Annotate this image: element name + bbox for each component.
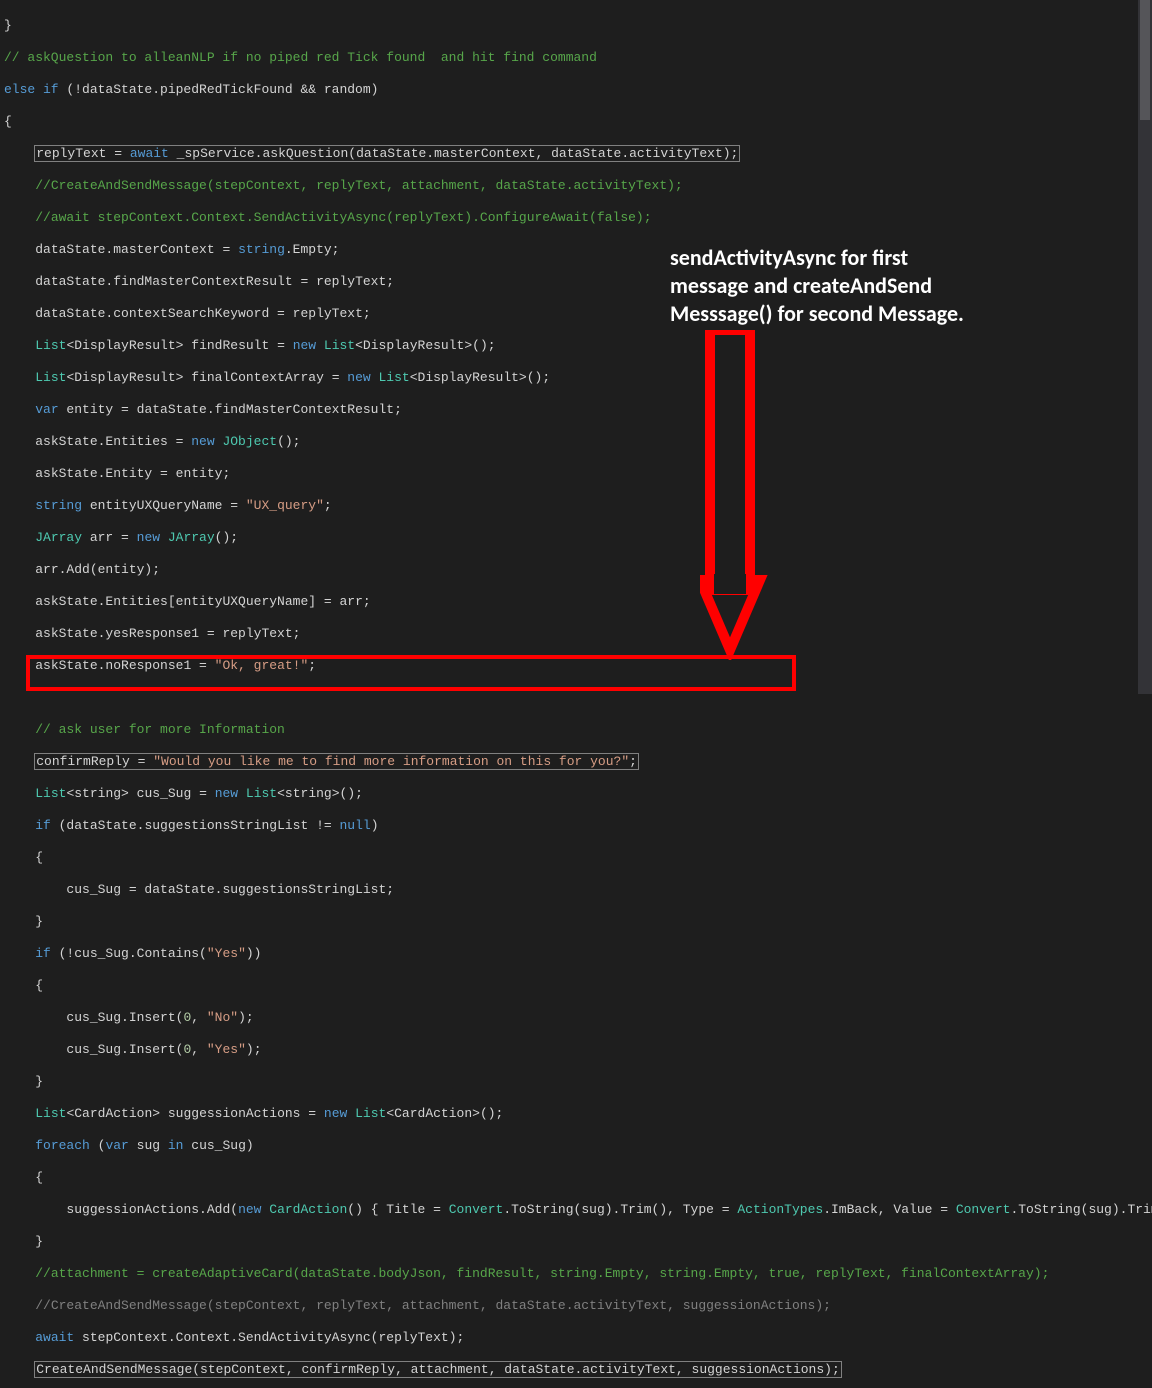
code-editor[interactable]: } // askQuestion to alleanNLP if no pipe… [0,0,1152,1388]
scroll-thumb[interactable] [1140,0,1150,120]
text: arr.Add(entity); [35,562,160,577]
comment: // ask user for more Information [35,722,285,737]
comment-muted: //CreateAndSendMessage(stepContext, repl… [35,1298,831,1313]
text: askState.Entities[entityUXQueryName] = a… [35,594,370,609]
vertical-scrollbar[interactable] [1138,0,1152,694]
text: askState.yesResponse1 = replyText; [35,626,300,641]
highlighted-line: replyText = await _spService.askQuestion… [35,146,739,161]
comment: // askQuestion to alleanNLP if no piped … [4,50,597,65]
comment: //await stepContext.Context.SendActivity… [35,210,651,225]
text: askState.Entity = entity; [35,466,230,481]
comment: //attachment = createAdaptiveCard(dataSt… [35,1266,1049,1281]
text: dataState.contextSearchKeyword = replyTe… [35,306,370,321]
comment: //CreateAndSendMessage(stepContext, repl… [35,178,683,193]
brace: { [4,114,12,129]
highlighted-line: confirmReply = "Would you like me to fin… [35,754,638,769]
annotation-line: sendActivityAsync for first [670,244,964,272]
kw: else if [4,82,59,97]
text: dataState.findMasterContextResult = repl… [35,274,394,289]
text: (!dataState.pipedRedTickFound && random) [59,82,379,97]
annotation-line: Messsage() for second Message. [670,300,964,328]
brace: } [4,18,12,33]
annotation-line: message and createAndSend [670,272,964,300]
text: dataState.masterContext = [35,242,238,257]
highlighted-line: CreateAndSendMessage(stepContext, confir… [35,1362,841,1377]
annotation-text: sendActivityAsync for first message and … [670,244,964,328]
